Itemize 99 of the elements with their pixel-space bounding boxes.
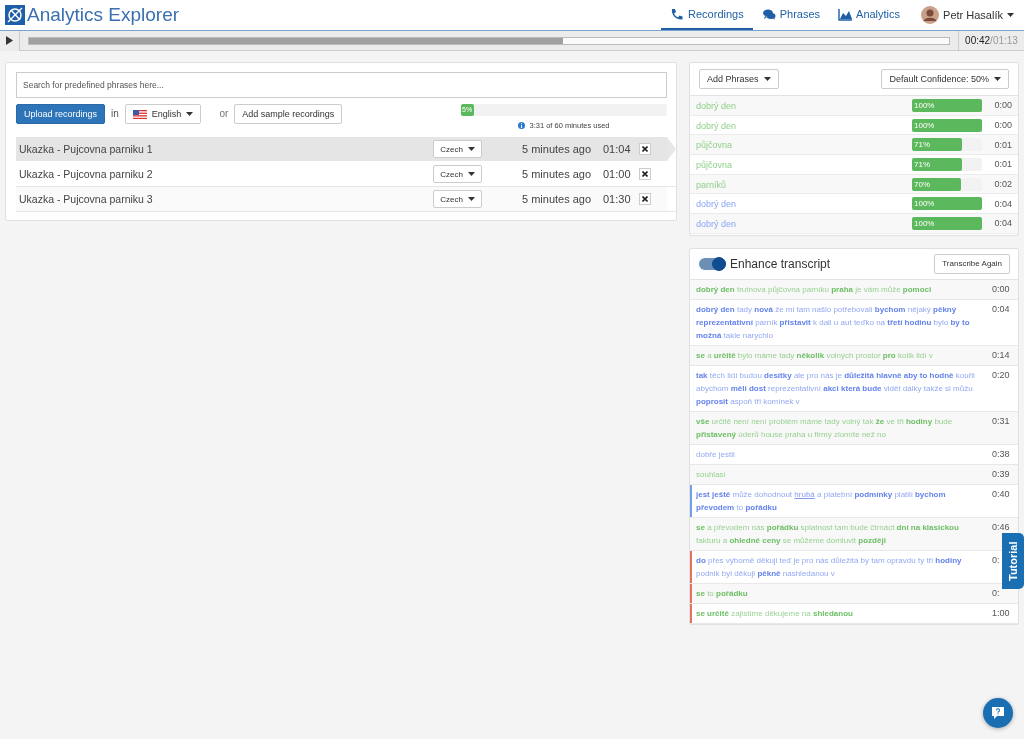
confidence-fill: 100% xyxy=(912,216,982,230)
language-dropdown[interactable]: English xyxy=(124,104,202,124)
recording-age: 5 minutes ago xyxy=(522,168,593,180)
caret-icon xyxy=(1007,13,1014,17)
area-chart-icon xyxy=(838,7,853,21)
transcript-time: 0:04 xyxy=(992,302,1011,316)
in-label: in xyxy=(111,107,119,121)
transcript-time: 0:14 xyxy=(992,348,1011,362)
transcript-text[interactable]: jest ještě může dohodnout hrubá a platební podmínky platili bychom převodem to pořádku xyxy=(696,487,992,514)
transcript-time: 0:20 xyxy=(992,368,1011,382)
phrase-text[interactable]: půjčovna xyxy=(696,159,733,170)
transcript-text[interactable]: se a určitě bylo máme tady několik volných prostor pro kolik lidí v xyxy=(696,348,992,362)
transcript-text[interactable]: vše určitě není není problém máme tady volný tak že ve tři hodiny bude přistavený úderů house praha u firmy zlomíte než no xyxy=(696,414,992,441)
total-time: /01:13 xyxy=(990,35,1018,46)
recording-row[interactable]: Ukazka - Pujcovna parniku 2 Czech 5 minutes ago 01:00 xyxy=(16,162,676,187)
transcript-text[interactable]: se a převodem nás pořádku splatnost tam bude čtrnáct dní na klasickou fakturu a ohledně ceny se můžeme domluvit později xyxy=(696,520,992,547)
play-icon xyxy=(6,36,13,45)
play-button[interactable] xyxy=(0,30,20,51)
language-dropdown[interactable]: Czech xyxy=(433,190,482,208)
transcript-time: 0:39 xyxy=(992,467,1011,481)
nav-tab[interactable]: Phrases xyxy=(752,0,830,30)
transcript-text[interactable]: dobrý den trutnova půjčovna parníku praha je vám může pomoci xyxy=(696,282,992,296)
chat-bubbles-icon xyxy=(761,7,776,21)
transcript-time: 1:00 xyxy=(992,606,1011,620)
phrase-time: 0:04 xyxy=(993,198,1012,209)
transcript-text[interactable]: tak těch lidí budou desítky ale pro nás je důležitá hlavně aby to hodně kouřil abychom měli dost reprezentativní akci která bude vidět dálky takže si můžu poprosit aspoň tři komínek v xyxy=(696,368,992,408)
info-icon xyxy=(518,122,526,129)
user-menu[interactable]: Petr Hasalík xyxy=(909,0,1018,30)
close-icon xyxy=(642,196,648,202)
delete-button[interactable] xyxy=(639,143,651,155)
transcript-time: 0:46 xyxy=(992,520,1011,534)
search-field[interactable]: Search for predefined phrases here... xyxy=(16,72,667,98)
transcript-text[interactable]: do přes výborně děkuji teď je pro nás důležitá by tam opravdu ty tři hodiny podnik byl děkuji pěkně nashledanou v xyxy=(696,553,992,580)
close-icon xyxy=(642,171,648,177)
upload-button[interactable]: Upload recordings xyxy=(16,104,106,124)
help-button[interactable] xyxy=(983,698,1013,728)
phrase-text[interactable]: dobrý den xyxy=(696,218,737,229)
add-phrases-button[interactable]: Add Phrases xyxy=(699,69,779,89)
tutorial-tab[interactable]: Tutorial xyxy=(1002,533,1024,589)
phrase-time: 0:00 xyxy=(993,120,1012,131)
transcript-text[interactable]: se to pořádku xyxy=(696,586,992,600)
transcript-text[interactable]: dobře jestli xyxy=(696,447,992,461)
recording-name: Ukazka - Pujcovna parniku 3 xyxy=(19,193,154,205)
caret-icon xyxy=(468,172,475,176)
transcript-time: 0:40 xyxy=(992,487,1011,501)
confidence-fill: 70% xyxy=(912,177,961,191)
transcript-time: 0: xyxy=(992,586,1001,600)
confidence-fill: 100% xyxy=(912,118,982,132)
or-label: or xyxy=(219,107,229,121)
logo-icon xyxy=(5,5,25,25)
caret-icon xyxy=(994,77,1001,81)
current-time: 00:42 xyxy=(965,35,991,46)
transcript-time: 0:00 xyxy=(992,282,1011,296)
transcript-time: 0:38 xyxy=(992,447,1011,461)
delete-button[interactable] xyxy=(639,193,651,205)
confidence-fill: 71% xyxy=(912,138,962,152)
recording-duration: 01:00 xyxy=(603,168,631,180)
app-title: Analytics Explorer xyxy=(27,4,180,26)
transcript-time: 0: xyxy=(992,553,1001,567)
phrase-text[interactable]: dobrý den xyxy=(696,120,737,131)
phrase-time: 0:01 xyxy=(993,139,1012,150)
confidence-fill: 100% xyxy=(912,197,982,211)
phone-icon xyxy=(670,7,685,21)
us-flag-icon xyxy=(132,109,147,119)
recording-age: 5 minutes ago xyxy=(522,193,593,205)
caret-icon xyxy=(186,112,194,116)
language-dropdown[interactable]: Czech xyxy=(433,165,482,183)
caret-icon xyxy=(468,197,475,201)
recording-name: Ukazka - Pujcovna parniku 2 xyxy=(19,168,154,180)
close-icon xyxy=(642,146,648,152)
caret-icon xyxy=(468,147,475,151)
phrase-time: 0:02 xyxy=(993,179,1012,190)
caret-icon xyxy=(763,77,771,81)
add-sample-button[interactable]: Add sample recordings xyxy=(234,104,343,124)
avatar-icon xyxy=(921,6,940,24)
transcript-time: 0:31 xyxy=(992,414,1011,428)
recording-age: 5 minutes ago xyxy=(522,143,593,155)
language-dropdown[interactable]: Czech xyxy=(433,140,482,158)
progress-track[interactable] xyxy=(28,36,950,45)
phrase-time: 0:01 xyxy=(993,159,1012,170)
transcript-text[interactable]: se určitě zajistíme děkujeme na shledanou xyxy=(696,606,992,620)
confidence-fill: 71% xyxy=(912,157,962,171)
recording-name: Ukazka - Pujcovna parniku 1 xyxy=(19,143,154,155)
transcribe-again-button[interactable]: Transcribe Again xyxy=(934,253,1010,274)
nav-tab[interactable]: Analytics xyxy=(829,0,910,30)
recording-duration: 01:04 xyxy=(603,143,631,155)
delete-button[interactable] xyxy=(639,168,651,180)
help-chat-icon xyxy=(991,706,1005,720)
confidence-dropdown[interactable]: Default Confidence: 50% xyxy=(881,69,1009,89)
transcript-text[interactable]: dobrý den tady nová že mi tam našlo potřebovali bychom nějaký pěkný reprezentativní parník přistavit k dali u aut teďko na třetí hodinu bylo by to možná takle narychlo xyxy=(696,302,992,342)
phrase-time: 0:00 xyxy=(993,100,1012,111)
recording-duration: 01:30 xyxy=(603,193,631,205)
phrase-time: 0:04 xyxy=(993,218,1012,229)
phrase-text[interactable]: dobrý den xyxy=(696,199,737,210)
confidence-fill: 100% xyxy=(912,98,982,112)
enhance-toggle[interactable] xyxy=(699,257,726,270)
recording-row[interactable]: Ukazka - Pujcovna parniku 3 Czech 5 minutes ago 01:30 xyxy=(16,187,676,212)
enhance-label: Enhance transcript xyxy=(730,256,832,271)
recording-row[interactable]: Ukazka - Pujcovna parniku 1 Czech 5 minutes ago 01:04 xyxy=(16,137,676,162)
